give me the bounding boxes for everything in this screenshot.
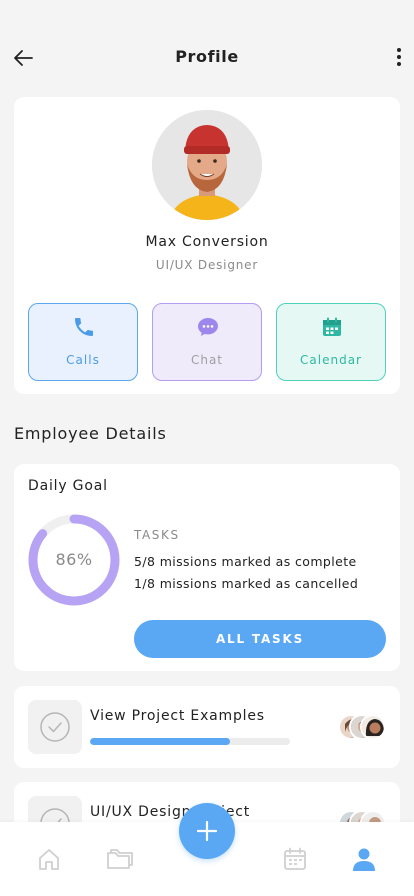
profile-screen: Profile Max Conversion UI/UX Designer Ca… bbox=[0, 0, 414, 896]
profile-role: UI/UX Designer bbox=[155, 258, 259, 272]
avatar-illustration bbox=[152, 110, 262, 220]
section-title: Employee Details bbox=[14, 424, 167, 443]
project-members bbox=[338, 714, 386, 740]
daily-goal-title: Daily Goal bbox=[28, 478, 108, 494]
project-status-box bbox=[28, 700, 82, 754]
add-button[interactable] bbox=[179, 803, 235, 859]
profile-card: Max Conversion UI/UX Designer Calls Chat bbox=[14, 97, 400, 394]
chat-label: Chat bbox=[190, 353, 224, 367]
daily-goal-card: Daily Goal 86% TASKS 5/8 missions marked… bbox=[14, 464, 400, 671]
calendar-label: Calendar bbox=[300, 353, 362, 367]
header: Profile bbox=[0, 38, 414, 78]
nav-home[interactable] bbox=[36, 846, 62, 872]
nav-calendar[interactable] bbox=[282, 846, 308, 872]
project-progress-fill bbox=[90, 738, 230, 745]
project-title: View Project Examples bbox=[90, 708, 265, 724]
more-vertical-icon bbox=[397, 48, 401, 66]
member-avatar bbox=[360, 714, 386, 740]
home-icon bbox=[39, 849, 59, 870]
nav-profile[interactable] bbox=[351, 846, 377, 872]
chat-button[interactable]: Chat bbox=[152, 303, 262, 381]
profile-name: Max Conversion bbox=[145, 234, 269, 250]
task-complete-line: 5/8 missions marked as complete bbox=[134, 554, 357, 569]
progress-percent: 86% bbox=[55, 550, 93, 569]
nav-folder[interactable] bbox=[106, 846, 133, 872]
plus-icon bbox=[196, 820, 218, 842]
check-circle-icon bbox=[40, 712, 70, 742]
page-title: Profile bbox=[175, 47, 239, 66]
task-cancelled-line: 1/8 missions marked as cancelled bbox=[134, 576, 359, 591]
calendar-icon bbox=[284, 847, 306, 870]
project-card[interactable]: View Project Examples bbox=[14, 686, 400, 768]
calls-label: Calls bbox=[66, 353, 100, 367]
phone-icon bbox=[75, 318, 93, 336]
user-icon bbox=[353, 848, 375, 871]
folder-icon bbox=[107, 849, 133, 869]
calendar-icon bbox=[323, 317, 341, 336]
tasks-label: TASKS bbox=[134, 528, 180, 542]
project-progress-bar bbox=[90, 738, 290, 745]
calendar-button[interactable]: Calendar bbox=[276, 303, 386, 381]
avatar bbox=[152, 110, 262, 220]
calls-button[interactable]: Calls bbox=[28, 303, 138, 381]
more-button[interactable] bbox=[392, 44, 406, 72]
all-tasks-button[interactable]: ALL TASKS bbox=[134, 620, 386, 658]
chat-bubble-icon bbox=[198, 318, 218, 336]
